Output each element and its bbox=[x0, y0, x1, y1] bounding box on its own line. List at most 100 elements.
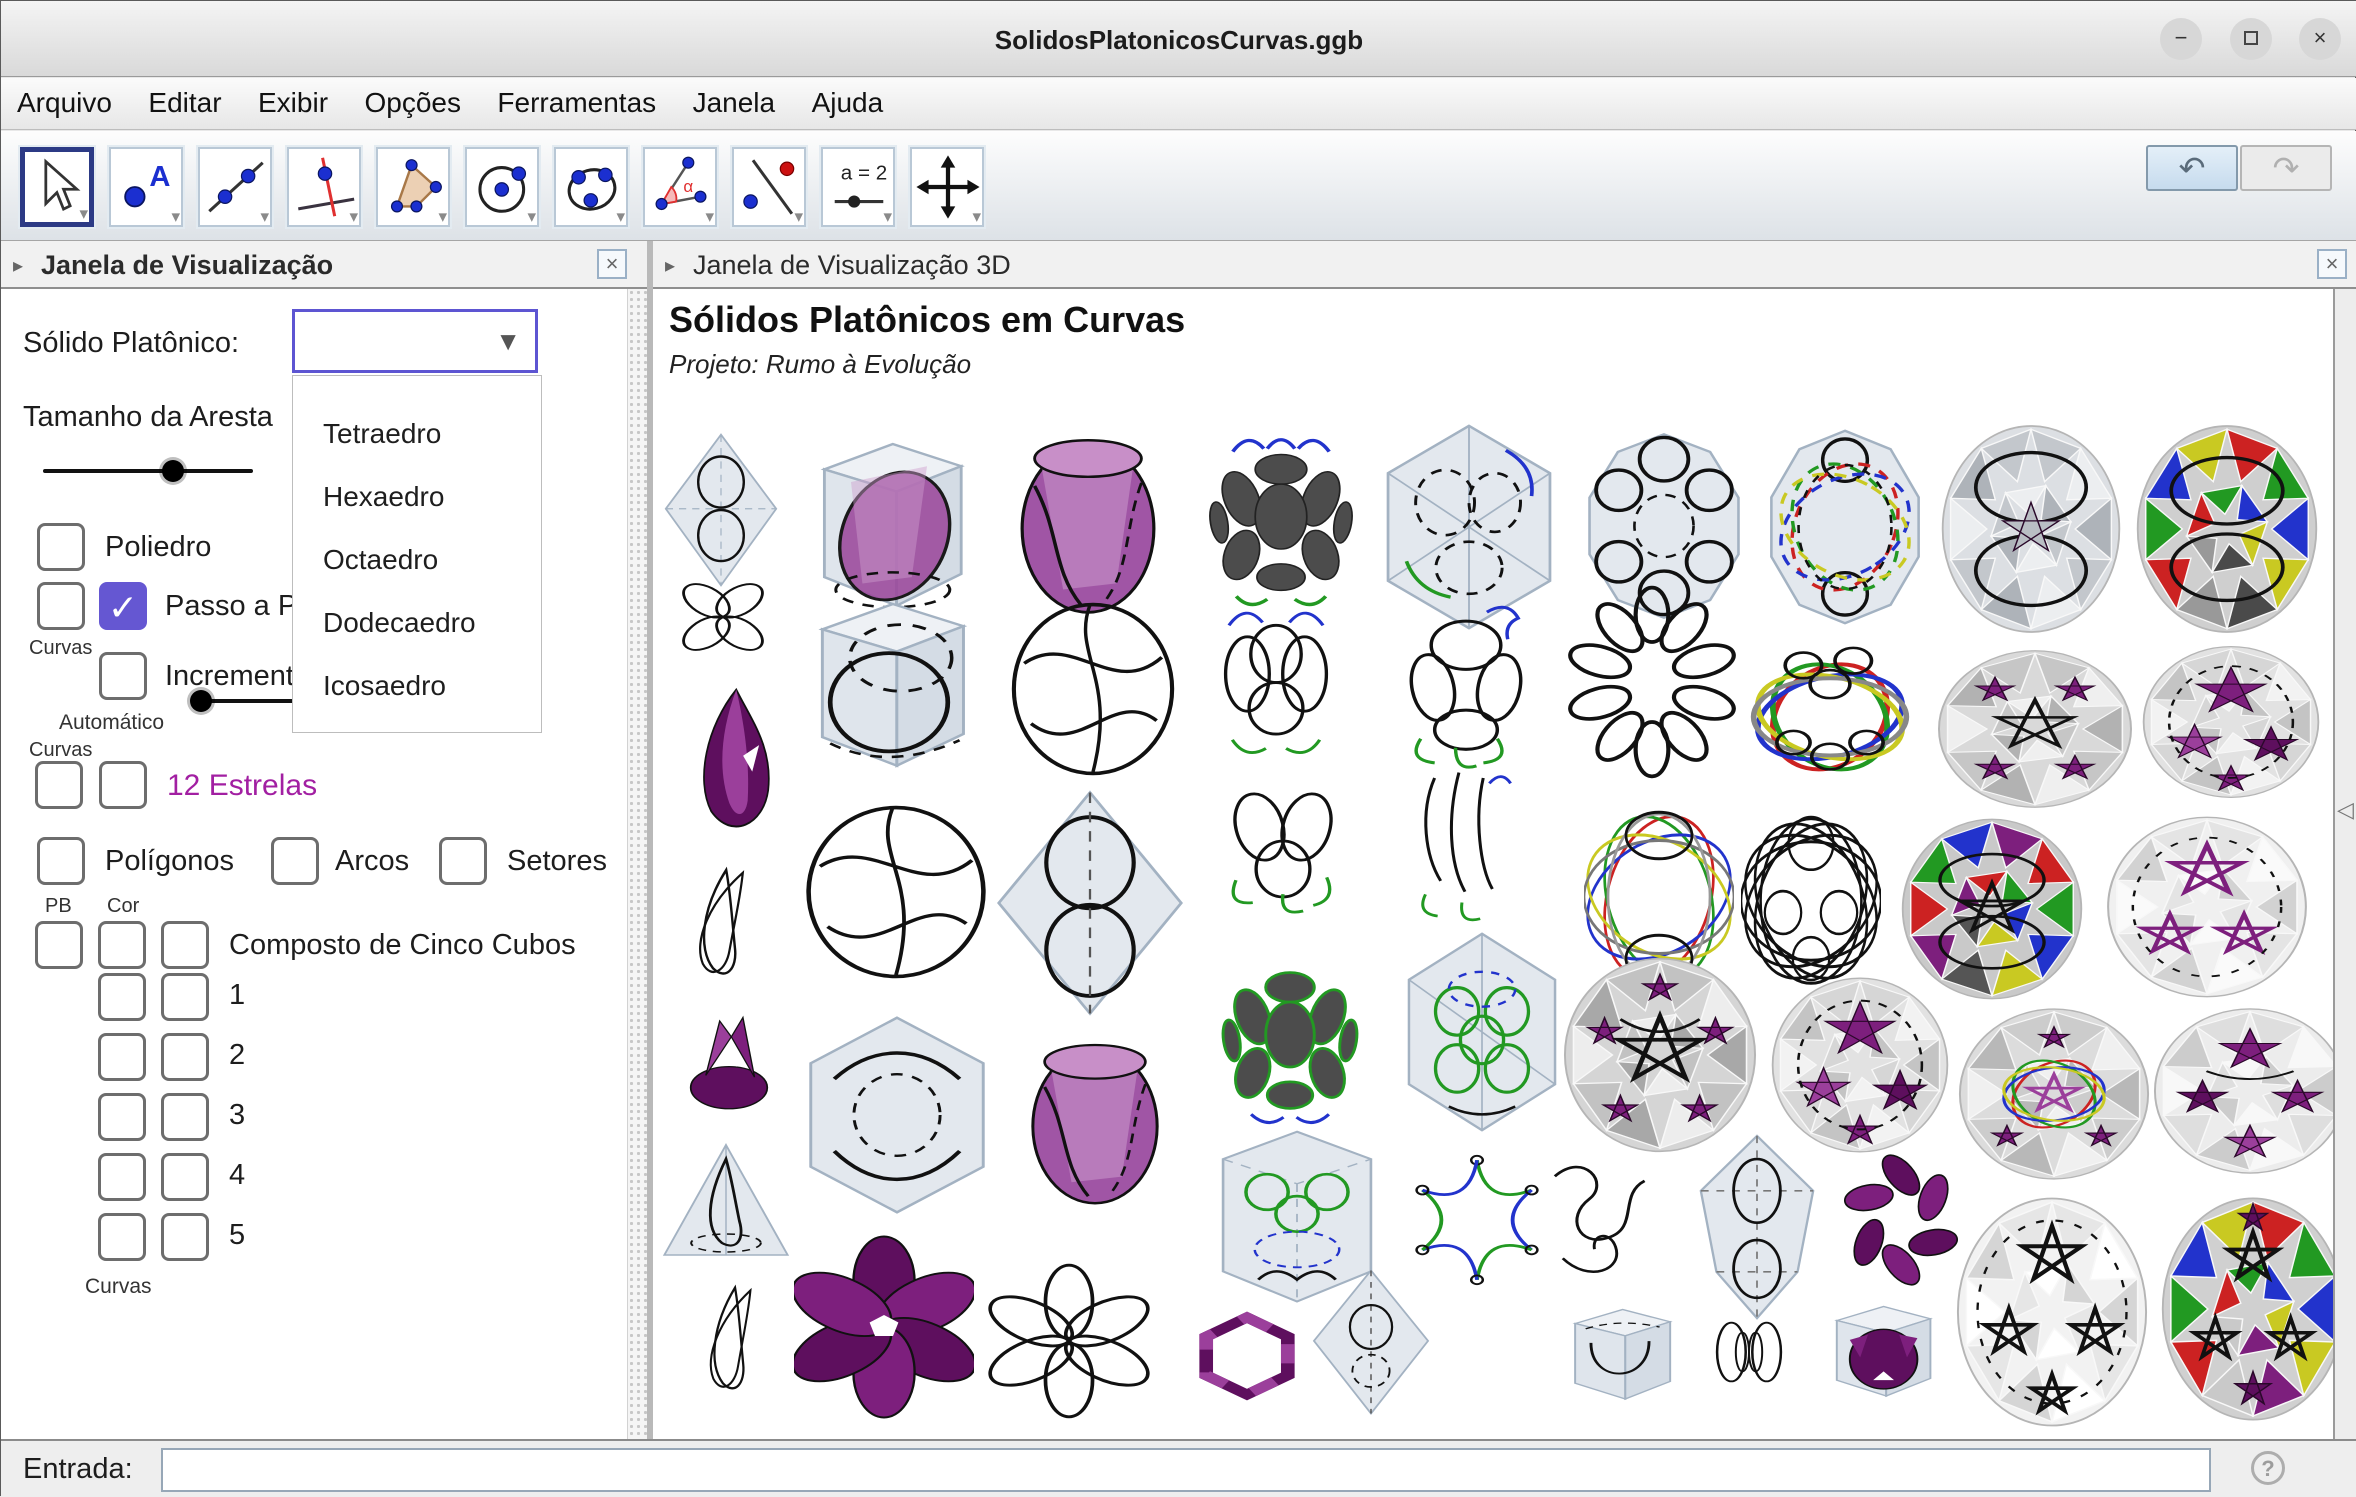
slider-tool[interactable]: a = 2▾ bbox=[821, 147, 895, 227]
option-icosaedro[interactable]: Icosaedro bbox=[293, 654, 541, 717]
thumb-loopsBlack[interactable] bbox=[1539, 1149, 1671, 1297]
thumb-ballPurpleStars[interactable] bbox=[1935, 647, 2135, 811]
thumb-icosaGreyGreen[interactable] bbox=[1399, 929, 1565, 1135]
menu-janela[interactable]: Janela bbox=[677, 78, 792, 128]
checkbox-composto-pb[interactable] bbox=[35, 921, 83, 969]
angle-tool[interactable]: α▾ bbox=[643, 147, 717, 227]
thumb-teardrop[interactable] bbox=[669, 859, 779, 1001]
checkbox-cube3-pb[interactable] bbox=[98, 1093, 146, 1141]
checkbox-cube4-pb[interactable] bbox=[98, 1153, 146, 1201]
checkbox-cube1-cor[interactable] bbox=[161, 973, 209, 1021]
close-button[interactable]: × bbox=[2299, 18, 2341, 60]
thumb-ellipsePair[interactable] bbox=[1694, 1299, 1804, 1405]
thumb-ballWhiteBlackStars[interactable] bbox=[1954, 1193, 2150, 1431]
menu-opcoes[interactable]: Opções bbox=[348, 78, 477, 128]
thumb-ballWhitePurpleStars[interactable] bbox=[2151, 1005, 2349, 1177]
circle-tool[interactable]: ▾ bbox=[465, 147, 539, 227]
thumb-ballMulticolorPurple[interactable] bbox=[1899, 815, 2085, 1003]
thumb-wireColorBall[interactable] bbox=[1747, 635, 1913, 787]
thumb-ballMulticolor[interactable] bbox=[2134, 421, 2320, 637]
checkbox-composto-cor[interactable] bbox=[98, 921, 146, 969]
menu-editar[interactable]: Editar bbox=[132, 78, 237, 128]
increment-slider-thumb[interactable] bbox=[190, 690, 212, 712]
checkbox-poliedro[interactable] bbox=[37, 523, 85, 571]
move-tool[interactable]: ▾ bbox=[20, 147, 94, 227]
perpendicular-line-tool[interactable]: ▾ bbox=[287, 147, 361, 227]
checkbox-incremento[interactable] bbox=[99, 652, 147, 700]
thumb-octaGreyBig[interactable] bbox=[995, 789, 1185, 1017]
option-tetraedro[interactable]: Tetraedro bbox=[293, 402, 541, 465]
thumb-ballStarsGrey[interactable] bbox=[1939, 421, 2123, 637]
thumb-ballMulticolorStars[interactable] bbox=[2159, 1193, 2347, 1425]
point-tool[interactable]: A▾ bbox=[109, 147, 183, 227]
thumb-hexGreyBig[interactable] bbox=[799, 1013, 995, 1217]
checkbox-cube1-pb[interactable] bbox=[98, 973, 146, 1021]
checkbox-cube3-cor[interactable] bbox=[161, 1093, 209, 1141]
checkbox-curvas-1[interactable] bbox=[37, 582, 85, 630]
thumb-curvesGreenWavy[interactable] bbox=[1389, 759, 1541, 935]
thumb-ellipseRing[interactable] bbox=[1561, 578, 1743, 786]
thumb-teardrop[interactable] bbox=[682, 1277, 784, 1415]
left-panel-close-icon[interactable]: × bbox=[597, 249, 627, 279]
option-octaedro[interactable]: Octaedro bbox=[293, 528, 541, 591]
thumb-icosaOutline[interactable] bbox=[1379, 591, 1553, 787]
minimize-button[interactable]: − bbox=[2160, 18, 2202, 60]
panel-arrow-icon[interactable]: ▸ bbox=[13, 253, 23, 278]
move-view-tool[interactable]: ▾ bbox=[910, 147, 984, 227]
maximize-button[interactable] bbox=[2230, 18, 2272, 60]
point-on-line-tool[interactable]: ▾ bbox=[732, 147, 806, 227]
panel-collapse-strip[interactable]: ◁ bbox=[2333, 289, 2356, 1439]
checkbox-estrelas-pb[interactable] bbox=[35, 761, 83, 809]
thumb-swirlBall[interactable] bbox=[1007, 591, 1179, 787]
checkbox-cube4-cor[interactable] bbox=[161, 1153, 209, 1201]
menu-ferramentas[interactable]: Ferramentas bbox=[481, 78, 672, 128]
thumb-tetraGrey[interactable] bbox=[659, 1137, 793, 1267]
entrada-input[interactable] bbox=[161, 1448, 2211, 1492]
thumb-purpleGreyCube[interactable] bbox=[1816, 1296, 1946, 1410]
checkbox-cube5-cor[interactable] bbox=[161, 1213, 209, 1261]
left-panel-scrollbar[interactable] bbox=[627, 289, 647, 1439]
thumb-ballSmallPurpleStars[interactable] bbox=[1956, 1005, 2152, 1183]
checkbox-cube5-pb[interactable] bbox=[98, 1213, 146, 1261]
thumb-octaGrey[interactable] bbox=[661, 431, 781, 589]
checkbox-estrelas-cor[interactable] bbox=[99, 761, 147, 809]
thumb-wireColorGrey[interactable] bbox=[1759, 421, 1931, 633]
conic-tool[interactable]: ▾ bbox=[554, 147, 628, 227]
thumb-ballDarkGreen[interactable] bbox=[1209, 943, 1371, 1135]
thumb-purpleTetra[interactable] bbox=[671, 1007, 787, 1121]
thumb-bipyramidGrey[interactable] bbox=[1679, 1133, 1835, 1321]
thumb-ballPurpleFacets[interactable] bbox=[2140, 643, 2322, 801]
menu-ajuda[interactable]: Ajuda bbox=[796, 78, 900, 128]
thumb-ballGreyPurpleStars[interactable] bbox=[1561, 954, 1759, 1156]
thumb-hexPurpleRing[interactable] bbox=[1185, 1299, 1309, 1413]
thumb-curvesGreen[interactable] bbox=[1199, 757, 1367, 939]
thumb-cubeGreyCurve[interactable] bbox=[1554, 1299, 1686, 1413]
menu-exibir[interactable]: Exibir bbox=[242, 78, 344, 128]
graphics-3d-view[interactable]: Sólidos Platônicos em Curvas Projeto: Ru… bbox=[653, 289, 2356, 1439]
checkbox-composto[interactable] bbox=[161, 921, 209, 969]
line-tool[interactable]: ▾ bbox=[198, 147, 272, 227]
thumb-cubeGreyCircles[interactable] bbox=[791, 585, 987, 791]
polygon-tool[interactable]: ▾ bbox=[376, 147, 450, 227]
solid-combobox[interactable]: ▼ bbox=[292, 309, 538, 373]
thumb-flowerPurple[interactable] bbox=[794, 1229, 974, 1425]
panel-arrow-icon[interactable]: ▸ bbox=[665, 253, 675, 278]
checkbox-poligonos[interactable] bbox=[37, 837, 85, 885]
edge-slider-thumb[interactable] bbox=[162, 460, 184, 482]
menu-arquivo[interactable]: Arquivo bbox=[1, 78, 128, 128]
checkbox-cube2-cor[interactable] bbox=[161, 1033, 209, 1081]
checkbox-cube2-pb[interactable] bbox=[98, 1033, 146, 1081]
checkbox-setores[interactable] bbox=[439, 837, 487, 885]
thumb-purpleRing[interactable] bbox=[1837, 1139, 1965, 1301]
thumb-purpleShell[interactable] bbox=[677, 679, 791, 851]
thumb-cylPurple[interactable] bbox=[1011, 1031, 1179, 1213]
checkbox-arcos[interactable] bbox=[271, 837, 319, 885]
right-panel-close-icon[interactable]: × bbox=[2317, 249, 2347, 279]
thumb-octaGreySmall[interactable] bbox=[1309, 1267, 1433, 1417]
thumb-swirlBall[interactable] bbox=[801, 794, 991, 990]
undo-button[interactable]: ↶ bbox=[2146, 145, 2238, 191]
thumb-flowerBlack[interactable] bbox=[985, 1253, 1153, 1429]
input-help-icon[interactable]: ? bbox=[2251, 1451, 2285, 1485]
option-hexaedro[interactable]: Hexaedro bbox=[293, 465, 541, 528]
thumb-curvesBlueGreen[interactable] bbox=[1192, 591, 1360, 777]
